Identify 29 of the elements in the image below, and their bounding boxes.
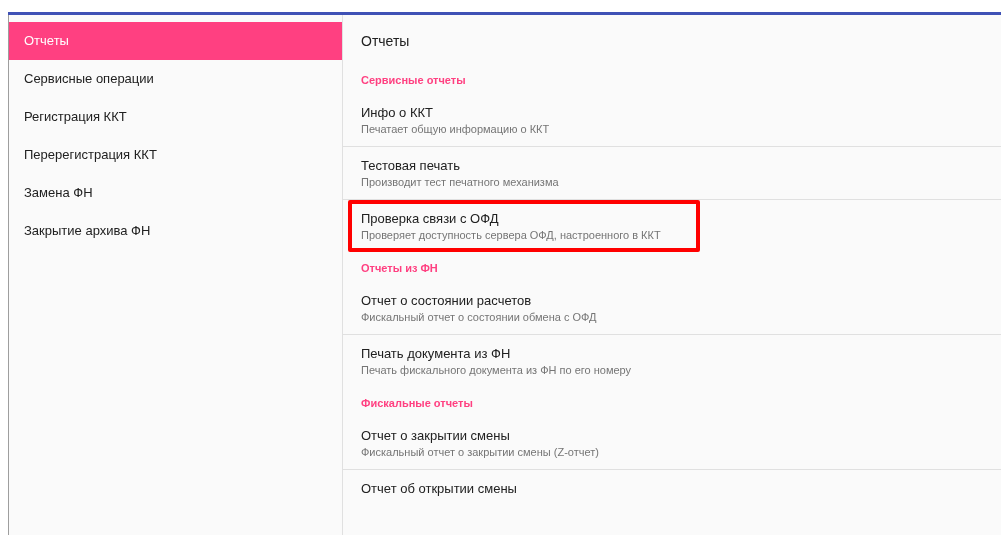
item-title: Тестовая печать	[361, 158, 461, 173]
item-title: Печать документа из ФН	[361, 346, 512, 361]
item-title: Отчет о состоянии расчетов	[361, 293, 533, 308]
menu-item[interactable]: Инфо о ККТ Печатает общую информацию о ККТ	[343, 94, 1001, 146]
section-header: Отчеты из ФН	[360, 261, 439, 276]
page-title: Отчеты	[360, 32, 411, 51]
item-description: Печатает общую информацию о ККТ	[361, 123, 551, 135]
menu-item[interactable]: Отчет об открытии смены	[343, 470, 1001, 507]
item-title: Отчет об открытии смены	[361, 481, 518, 496]
sidebar-item[interactable]: Регистрация ККТ	[9, 98, 342, 136]
section-header: Сервисные отчеты	[360, 73, 467, 88]
sidebar-item[interactable]: Перерегистрация ККТ	[9, 136, 342, 174]
sidebar-item[interactable]: Закрытие архива ФН	[9, 212, 342, 250]
item-description: Фискальный отчет о закрытии смены (Z-отчет)	[361, 446, 600, 458]
item-title: Проверка связи с ОФД	[361, 211, 500, 226]
item-description: Фискальный отчет о состоянии обмена с ОФД	[361, 311, 598, 323]
menu-item[interactable]: Проверка связи с ОФД Проверяет доступность сервера ОФД, настроенного в ККТ	[348, 200, 700, 252]
section-header: Фискальные отчеты	[360, 396, 474, 411]
item-title: Инфо о ККТ	[361, 105, 434, 120]
menu-item[interactable]: Отчет о закрытии смены Фискальный отчет о закрытии смены (Z-отчет)	[343, 417, 1001, 469]
item-description: Производит тест печатного механизма	[361, 176, 560, 188]
sidebar-item[interactable]: Сервисные операции	[9, 60, 342, 98]
item-description: Проверяет доступность сервера ОФД, настроенного в ККТ	[361, 229, 662, 241]
item-description: Печать фискального документа из ФН по его номеру	[361, 364, 633, 376]
menu-item[interactable]: Отчет о состоянии расчетов Фискальный отчет о состоянии обмена с ОФД	[343, 282, 1001, 334]
menu-item[interactable]: Печать документа из ФН Печать фискального документа из ФН по его номеру	[343, 335, 1001, 387]
menu-item[interactable]: Тестовая печать Производит тест печатного механизма	[343, 147, 1001, 199]
sidebar-item[interactable]: Замена ФН	[9, 174, 342, 212]
item-title: Отчет о закрытии смены	[361, 428, 511, 443]
